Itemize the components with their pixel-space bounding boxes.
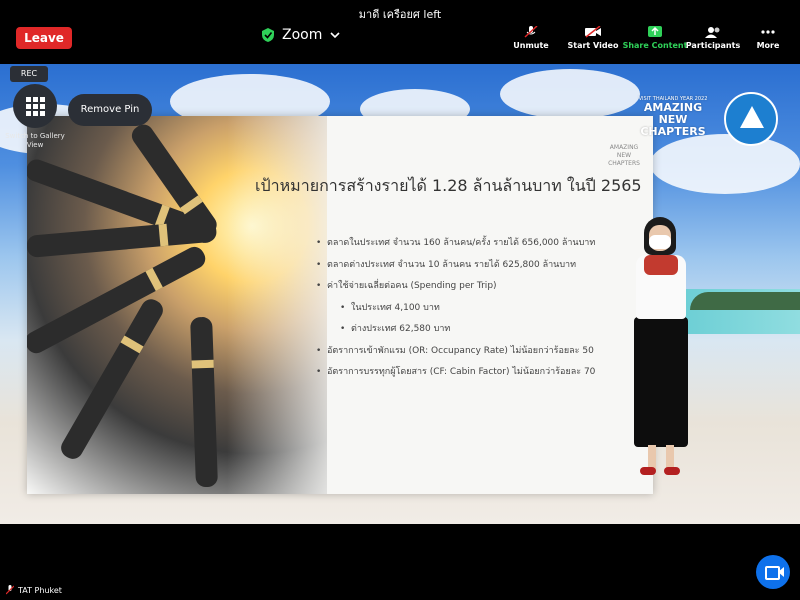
- video-off-icon: [585, 26, 601, 38]
- island-background: [690, 292, 800, 310]
- camera-button[interactable]: [756, 555, 790, 589]
- participants-icon: [705, 27, 720, 38]
- bullet-item: • ตลาดในประเทศ จำนวน 160 ล้านคน/ครั้ง ราย…: [316, 238, 596, 248]
- share-content-button[interactable]: Share Content: [622, 26, 688, 50]
- unmute-label: Unmute: [513, 41, 549, 50]
- bullet-item: • อัตราการเข้าพักแรม (OR: Occupancy Rate)…: [316, 345, 594, 356]
- grid-icon: [26, 97, 45, 116]
- slide-bullet-list: • ตลาดในประเทศ จำนวน 160 ล้านคน/ครั้ง ราย…: [316, 233, 596, 384]
- presenter: [622, 217, 702, 487]
- bullet-item: • ตลาดต่างประเทศ จำนวน 10 ล้านคน รายได้ 6…: [316, 259, 577, 270]
- sub-bullet-item: • ต่างประเทศ 62,580 บาท: [340, 324, 451, 334]
- bullet-item: • ค่าใช้จ่ายเฉลี่ยต่อคน (Spending per Tri…: [316, 281, 497, 291]
- app-title: Zoom: [282, 27, 323, 43]
- shield-check-icon: [262, 28, 274, 42]
- slide-logo: AMAZING NEW CHAPTERS: [608, 144, 640, 167]
- participant-name-tag: TAT Phuket: [6, 585, 62, 595]
- switch-gallery-label: Switch to Gallery View: [5, 132, 65, 149]
- cloud: [650, 134, 800, 194]
- shared-slide: AMAZING NEW CHAPTERS เป้าหมายการสร้างราย…: [27, 116, 653, 494]
- more-label: More: [756, 41, 780, 50]
- tat-seal-logo: [724, 92, 778, 146]
- start-video-button[interactable]: Start Video: [560, 26, 626, 50]
- share-content-label: Share Content: [622, 41, 688, 50]
- unmute-button[interactable]: Unmute: [498, 26, 564, 50]
- participant-name: TAT Phuket: [18, 585, 62, 595]
- start-video-label: Start Video: [567, 41, 619, 50]
- share-icon: [648, 26, 662, 37]
- cloud: [500, 69, 640, 119]
- recording-indicator: REC: [10, 66, 48, 82]
- app-title-group[interactable]: Zoom: [262, 26, 340, 44]
- sub-bullet-item: • ในประเทศ 4,100 บาท: [340, 302, 440, 313]
- amazing-thailand-logo: VISIT THAILAND YEAR 2022 AMAZING NEW CHA…: [638, 96, 708, 138]
- gallery-view-button[interactable]: [13, 84, 57, 128]
- mic-muted-icon: [524, 26, 538, 38]
- more-icon: [761, 30, 775, 34]
- leave-button[interactable]: Leave: [16, 27, 72, 49]
- more-button[interactable]: More: [735, 26, 800, 50]
- participants-label: Participants: [685, 41, 741, 50]
- slide-title: เป้าหมายการสร้างรายได้ 1.28 ล้านล้านบาท …: [255, 176, 642, 195]
- chevron-down-icon: [330, 32, 340, 39]
- bullet-item: • อัตราการบรรทุกผู้โดยสาร (CF: Cabin Fact…: [316, 367, 596, 377]
- mic-muted-icon: [6, 585, 14, 595]
- remove-pin-button[interactable]: Remove Pin: [68, 94, 152, 126]
